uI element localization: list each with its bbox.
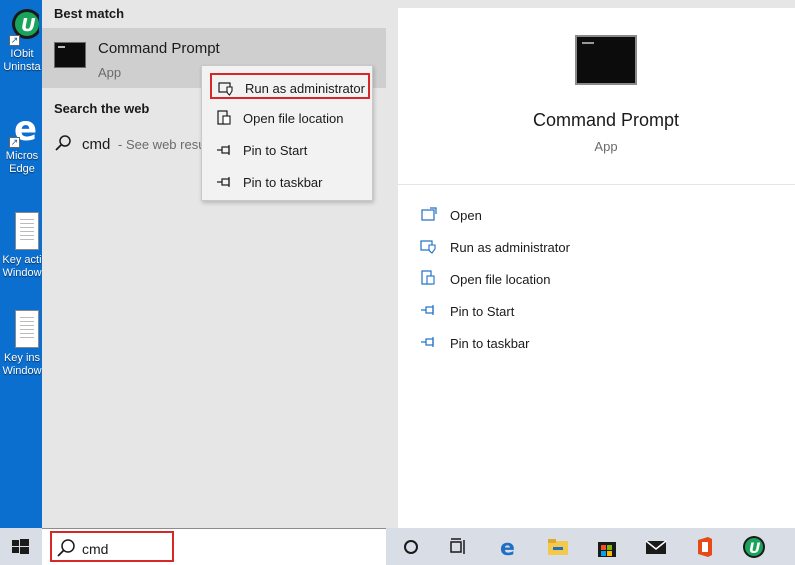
open-icon (421, 207, 437, 221)
iobit-icon: U ↗ (5, 6, 42, 46)
pin-icon (421, 337, 434, 347)
best-match-heading: Best match (54, 6, 125, 21)
command-prompt-icon (54, 42, 86, 68)
desktop-icon-iobit[interactable]: U ↗ IObit Uninsta (0, 6, 44, 74)
action-open-file-location[interactable]: Open file location (420, 267, 720, 291)
office-icon[interactable] (692, 534, 718, 560)
web-hint: - See web resul (118, 137, 209, 152)
cortana-icon[interactable] (398, 534, 424, 560)
svg-text:e: e (500, 536, 515, 560)
ctx-pin-to-taskbar[interactable]: Pin to taskbar (210, 169, 370, 195)
ctx-pin-to-start[interactable]: Pin to Start (210, 137, 370, 163)
best-match-subtitle: App (98, 65, 122, 80)
desktop-icon-key-install[interactable]: Key ins Window (0, 310, 44, 378)
pin-icon (217, 145, 230, 155)
start-button[interactable] (0, 528, 42, 565)
action-run-as-administrator[interactable]: Run as administrator (420, 235, 720, 259)
pin-icon (421, 305, 434, 315)
command-prompt-large-icon (575, 35, 637, 85)
detail-divider (398, 184, 795, 185)
web-search-item[interactable]: cmd - See web resul (42, 128, 208, 160)
edge-icon: e ↗ (5, 108, 43, 149)
best-match-title: Command Prompt (98, 40, 220, 57)
web-query: cmd (82, 136, 111, 153)
search-icon (55, 135, 71, 151)
store-icon[interactable] (594, 534, 620, 560)
svg-text:U: U (21, 15, 36, 36)
action-pin-to-start[interactable]: Pin to Start (420, 299, 720, 323)
search-highlight-box (50, 531, 174, 562)
pin-icon (217, 177, 230, 187)
action-open[interactable]: Open (420, 203, 720, 227)
desktop-icon-key-activate[interactable]: Key acti Window (0, 212, 44, 280)
detail-subtitle: App (594, 139, 618, 154)
ctx-run-as-administrator[interactable]: Run as administrator (210, 73, 370, 99)
search-web-heading: Search the web (54, 101, 150, 116)
desktop-icon-edge[interactable]: e ↗ Micros Edge (0, 108, 44, 176)
svg-text:U: U (749, 541, 761, 557)
folder-icon (421, 270, 435, 285)
shield-icon (420, 240, 436, 254)
ctx-open-file-location[interactable]: Open file location (210, 105, 370, 131)
file-explorer-icon[interactable] (545, 534, 571, 560)
mail-icon[interactable] (643, 534, 669, 560)
iobit-icon[interactable]: U (741, 534, 767, 560)
task-view-icon[interactable] (445, 534, 471, 560)
action-pin-to-taskbar[interactable]: Pin to taskbar (420, 331, 720, 355)
text-document-icon (5, 310, 39, 350)
edge-icon[interactable]: e (496, 534, 522, 560)
text-document-icon (5, 212, 39, 252)
detail-title: Command Prompt (532, 110, 680, 130)
folder-icon (217, 110, 231, 125)
windows-logo-icon (12, 539, 29, 554)
shield-icon (218, 82, 233, 96)
context-menu: Run as administrator Open file location … (201, 65, 373, 201)
